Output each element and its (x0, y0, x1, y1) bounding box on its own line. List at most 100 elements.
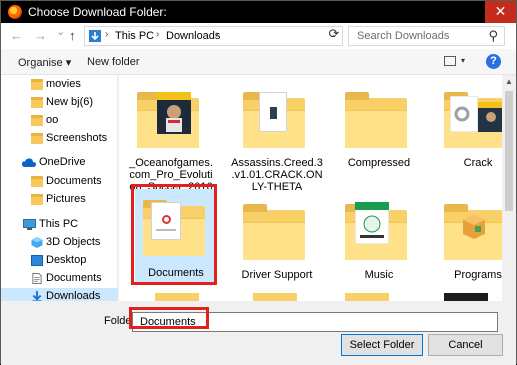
folder-item-compressed[interactable]: Compressed (331, 81, 427, 199)
sidebar-item-label: OneDrive (39, 156, 86, 168)
organise-button[interactable]: Organise ▾ (18, 56, 71, 69)
highlight-box-documents-folder (131, 184, 217, 285)
folder-item-assassins-creed[interactable]: Assassins.Creed.3 .v1.01.CRACK.ON LY-THE… (229, 81, 325, 199)
folder-icon (243, 200, 311, 262)
document-icon (32, 273, 42, 284)
search-placeholder: Search Downloads (357, 30, 450, 42)
folder-item-programs[interactable]: Programs (430, 193, 502, 301)
folder-item-crack[interactable]: Crack (430, 81, 502, 199)
folder-icon (31, 97, 43, 108)
folder-name: Driver Support (241, 269, 313, 281)
sidebar-item-documents[interactable]: Documents (1, 270, 118, 288)
sidebar-item-label: Documents (46, 272, 102, 284)
forward-arrow-icon[interactable]: → (34, 28, 47, 43)
sidebar-item-pictures[interactable]: Pictures (1, 191, 118, 209)
sidebar-item-movies[interactable]: movies (1, 76, 118, 94)
highlight-box-folder-input (129, 307, 209, 329)
help-icon[interactable]: ? (486, 54, 501, 69)
breadcrumb-downloads[interactable]: Downloads (166, 30, 220, 42)
folder-icon (31, 176, 43, 187)
folder-item-partial[interactable] (430, 291, 502, 301)
scrollbar-thumb[interactable] (505, 91, 513, 211)
refresh-icon[interactable]: ⟳ (324, 26, 344, 44)
close-button[interactable]: ✕ (485, 1, 516, 23)
breadcrumb-this-pc[interactable]: This PC (115, 30, 154, 42)
sidebar-item-onedrive[interactable]: OneDrive (1, 154, 118, 172)
gear-folder-icon (444, 88, 502, 150)
sidebar-item-label: 3D Objects (46, 236, 101, 248)
folder-item-partial[interactable] (331, 291, 427, 301)
search-icon[interactable]: ⚲ (488, 28, 498, 44)
folder-name: Crack (463, 157, 493, 169)
dialog-footer: Folder: Select Folder Cancel (1, 307, 516, 365)
folder-icon (345, 88, 413, 150)
folder-icon (253, 293, 297, 301)
back-arrow-icon[interactable]: ← (10, 28, 23, 43)
folder-item-music[interactable]: Music (331, 193, 427, 301)
folder-icon (31, 115, 43, 126)
search-box[interactable]: Search Downloads ⚲ (348, 26, 505, 46)
breadcrumb-separator: › (156, 29, 160, 40)
gear-icon (450, 96, 478, 132)
folder-name: Programs (454, 269, 502, 281)
window-title: Choose Download Folder: (28, 5, 167, 19)
title-bar: Choose Download Folder: ✕ (1, 1, 516, 23)
document-sheet (259, 92, 287, 132)
navigation-bar: ← → ⌄ ↑ › This PC › Downloads › ⌄ ⟳ Sear… (1, 23, 516, 49)
cube-icon (31, 237, 43, 248)
sidebar-item-label: This PC (39, 218, 79, 230)
computer-icon (23, 219, 36, 230)
folder-icon (31, 194, 43, 205)
sidebar-item-desktop[interactable]: Desktop (1, 252, 118, 270)
sidebar-item-label: New bj(6) (46, 96, 94, 108)
cancel-button[interactable]: Cancel (428, 334, 503, 356)
game-cover-thumbnail (478, 102, 502, 132)
new-folder-button[interactable]: New folder (87, 56, 140, 68)
sidebar-item-new-bj[interactable]: New bj(6) (1, 94, 118, 112)
folder-item-pes-2016[interactable]: _Oceanofgames. com_Pro_Evoluti on_Soccer… (123, 81, 219, 199)
folder-icon (345, 293, 389, 301)
view-dropdown-icon[interactable]: ▾ (461, 56, 465, 65)
firefox-icon (8, 5, 22, 19)
game-folder-icon (137, 88, 205, 150)
sidebar-item-screenshots[interactable]: Screenshots (1, 130, 118, 148)
folder-item-partial[interactable] (135, 291, 231, 301)
folder-icon (31, 133, 43, 144)
breadcrumb-separator: › (215, 29, 219, 40)
sidebar-item-oo[interactable]: oo (1, 112, 118, 130)
box-folder-icon (444, 200, 502, 262)
cloud-icon (22, 158, 36, 167)
image-thumbnail (444, 293, 488, 301)
address-bar[interactable]: › This PC › Downloads › ⌄ (84, 26, 343, 46)
file-list-scrollbar[interactable]: ▲ (502, 75, 516, 301)
view-options-icon[interactable] (444, 56, 456, 66)
select-folder-button[interactable]: Select Folder (341, 334, 423, 356)
location-arrow-icon (89, 30, 101, 42)
folder-icon (155, 293, 199, 301)
scroll-up-icon[interactable]: ▲ (505, 77, 513, 86)
folder-name: Compressed (347, 157, 411, 169)
sidebar-item-label: Screenshots (46, 132, 108, 144)
breadcrumb-separator: › (105, 29, 109, 40)
command-bar: Organise ▾ New folder ▾ ? (1, 49, 516, 75)
folder-name: Music (364, 269, 394, 281)
sidebar-item-3d-objects[interactable]: 3D Objects (1, 234, 118, 252)
package-icon (463, 215, 485, 239)
choose-folder-dialog: Choose Download Folder: ✕ ← → ⌄ ↑ › This… (0, 0, 517, 365)
folder-name: Assassins.Creed.3 .v1.01.CRACK.ON LY-THE… (231, 157, 323, 193)
document-folder-icon (243, 88, 311, 150)
folder-item-driver-support[interactable]: Driver Support (229, 193, 325, 301)
sidebar-item-label: Documents (46, 175, 102, 187)
sidebar-item-this-pc[interactable]: This PC (1, 216, 118, 234)
navigation-pane: movies New bj(6) oo Screenshots OneDrive… (1, 75, 118, 307)
sidebar-item-label: Desktop (46, 254, 87, 266)
recent-locations-dropdown-icon[interactable]: ⌄ (56, 25, 65, 38)
sidebar-item-label: Pictures (46, 193, 86, 205)
folder-icon (31, 79, 43, 90)
sidebar-item-label: oo (46, 114, 59, 126)
sidebar-item-onedrive-documents[interactable]: Documents (1, 173, 118, 191)
app-folder-icon (345, 200, 413, 262)
up-arrow-icon[interactable]: ↑ (69, 28, 76, 43)
app-thumbnail (355, 202, 389, 244)
folder-item-partial[interactable] (229, 291, 325, 301)
